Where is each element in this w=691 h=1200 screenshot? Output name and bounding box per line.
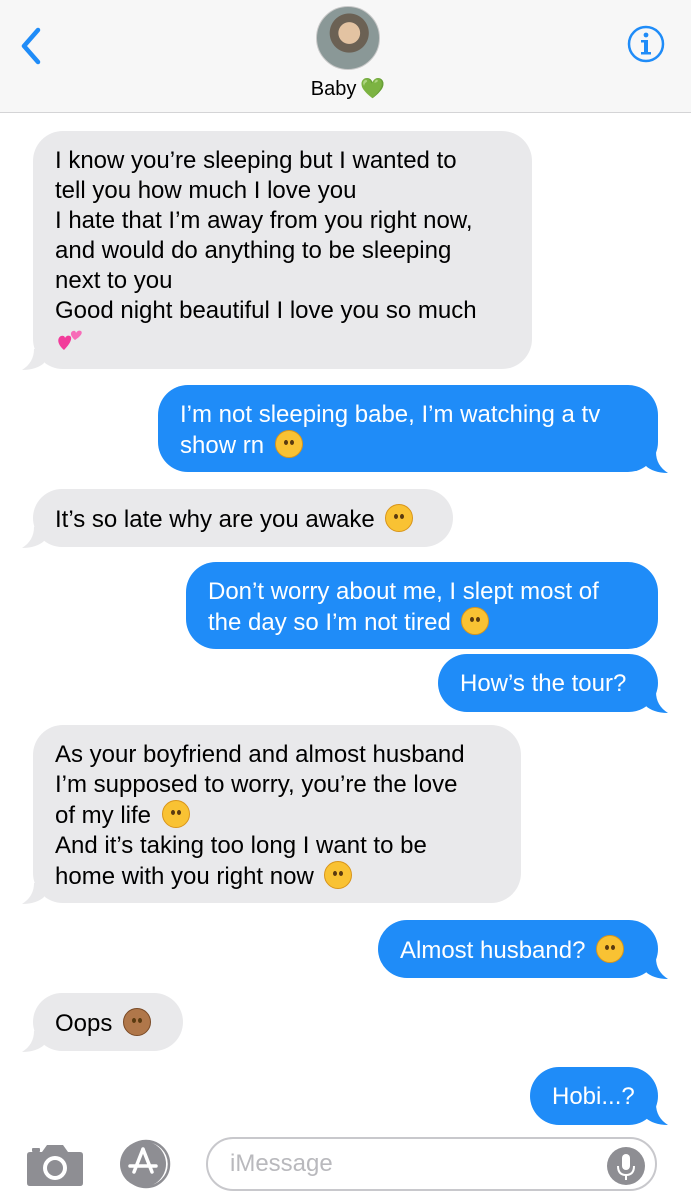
two-hearts-emoji	[55, 326, 510, 360]
message-bubble-outgoing[interactable]: Almost husband?	[378, 920, 658, 978]
bubble-tail	[646, 958, 668, 979]
speak-no-evil-monkey-emoji	[123, 1008, 152, 1036]
weary-face-emoji	[385, 504, 414, 532]
contact-name[interactable]: Baby 💚	[270, 76, 426, 101]
microphone-icon	[607, 1147, 645, 1185]
message-line: I know you’re sleeping but I wanted to	[55, 147, 457, 174]
message-line: I’m supposed to worry, you’re the love	[55, 771, 458, 798]
grinning-sweat-emoji	[461, 607, 490, 635]
composer-bar	[0, 1128, 691, 1200]
message-line: the day so I’m not tired	[208, 609, 451, 636]
message-line: next to you	[55, 267, 173, 294]
contact-avatar[interactable]	[316, 6, 380, 70]
message-line: As your boyfriend and almost husband	[55, 741, 465, 768]
app-store-icon	[120, 1139, 171, 1189]
message-line: How’s the tour?	[460, 670, 627, 697]
message-bubble-incoming[interactable]: Oops	[33, 993, 183, 1051]
hugging-face-emoji	[274, 430, 303, 458]
message-line: Good night beautiful I love you so much	[55, 297, 477, 324]
message-bubble-incoming[interactable]: As your boyfriend and almost husband I’m…	[33, 725, 521, 903]
message-bubble-incoming[interactable]: I know you’re sleeping but I wanted to t…	[33, 131, 532, 369]
info-button[interactable]	[626, 24, 666, 64]
message-line: Oops	[55, 1010, 113, 1037]
info-icon	[627, 25, 665, 63]
message-bubble-outgoing[interactable]: Don’t worry about me, I slept most of th…	[186, 562, 658, 649]
bubble-tail	[646, 452, 668, 473]
conversation-header: Baby 💚	[0, 0, 691, 113]
message-line: tell you how much I love you	[55, 177, 357, 204]
message-line: home with you right now	[55, 863, 314, 890]
message-line: And it’s taking too long I want to be	[55, 832, 427, 859]
bubble-tail	[22, 527, 44, 548]
crying-face-emoji	[324, 861, 353, 889]
contact-name-text: Baby	[310, 78, 357, 100]
message-line: show rn	[180, 432, 265, 459]
message-bubble-outgoing[interactable]: I’m not sleeping babe, I’m watching a tv…	[158, 385, 658, 472]
message-line: Hobi...?	[552, 1083, 635, 1110]
message-bubble-outgoing[interactable]: How’s the tour?	[438, 654, 658, 712]
green-heart-emoji: 💚	[360, 78, 386, 100]
flushed-face-emoji	[596, 935, 625, 963]
face-with-steam-emoji	[161, 800, 190, 828]
bubble-tail	[22, 349, 44, 370]
camera-button[interactable]	[24, 1142, 86, 1188]
message-line: Almost husband?	[400, 937, 586, 964]
microphone-button[interactable]	[606, 1146, 646, 1186]
message-line: I hate that I’m away from you right now,	[55, 207, 473, 234]
message-bubble-outgoing[interactable]: Hobi...?	[530, 1067, 658, 1125]
bubble-tail	[646, 692, 668, 713]
camera-icon	[27, 1145, 83, 1186]
bubble-tail	[22, 883, 44, 904]
bubble-tail	[22, 1031, 44, 1052]
app-store-button[interactable]	[114, 1138, 176, 1190]
message-line: and would do anything to be sleeping	[55, 237, 452, 264]
message-line: It’s so late why are you awake	[55, 506, 375, 533]
back-button[interactable]	[18, 26, 48, 66]
message-line: of my life	[55, 802, 152, 829]
message-line: I’m not sleeping babe, I’m watching a tv	[180, 401, 601, 428]
message-input[interactable]	[206, 1137, 657, 1191]
message-line: Don’t worry about me, I slept most of	[208, 578, 599, 605]
chevron-left-icon	[21, 27, 41, 65]
bubble-tail	[646, 1104, 668, 1125]
message-bubble-incoming[interactable]: It’s so late why are you awake	[33, 489, 453, 547]
